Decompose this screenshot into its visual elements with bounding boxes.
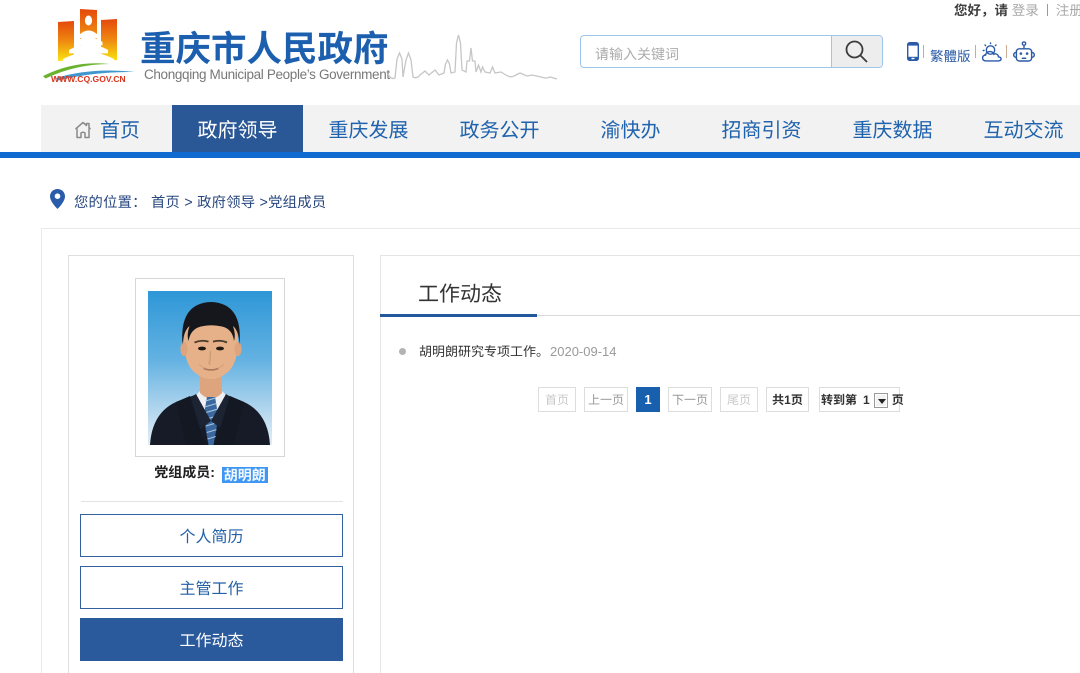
svg-text:WWW.CQ.GOV.CN: WWW.CQ.GOV.CN bbox=[51, 74, 126, 84]
